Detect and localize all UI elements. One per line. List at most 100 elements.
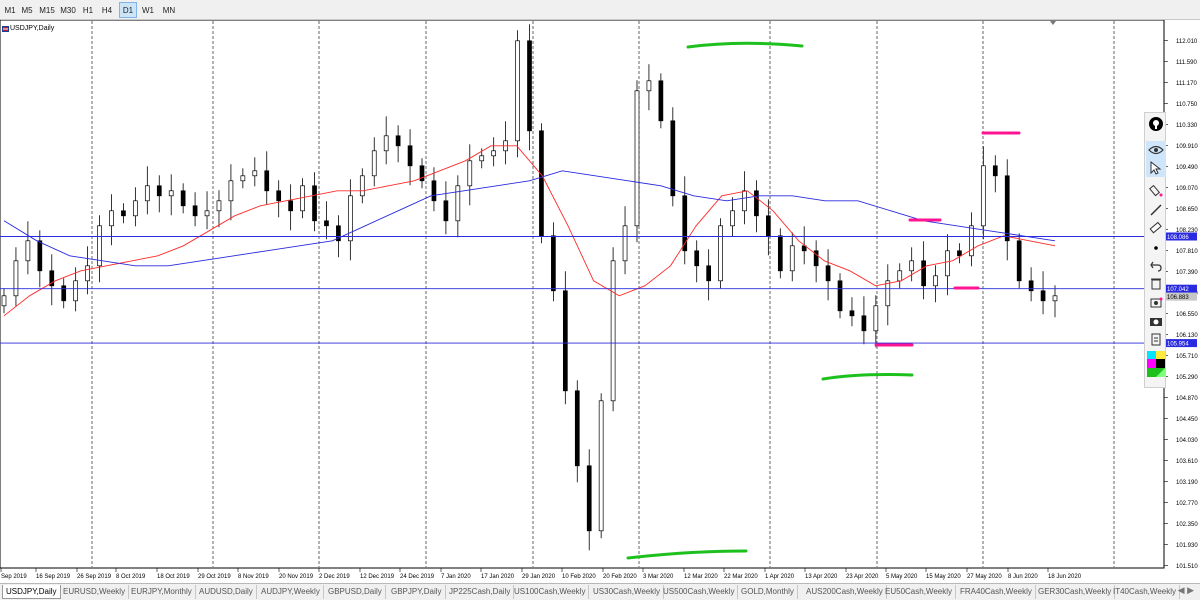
bearish-candle — [861, 315, 867, 332]
bullish-candle — [598, 400, 604, 532]
price-axis-label: 104.450 — [1176, 417, 1198, 423]
chart-tab[interactable]: GOLD,Monthly — [738, 585, 798, 599]
bullish-candle — [789, 245, 795, 272]
price-axis-label: 109.070 — [1176, 186, 1198, 192]
bullish-candle — [467, 160, 473, 187]
bullish-candle — [634, 90, 640, 227]
bullish-candle — [168, 190, 174, 197]
bearish-candle — [276, 190, 282, 202]
eye-icon[interactable] — [1146, 141, 1166, 159]
bearish-candle — [1016, 240, 1022, 282]
timeframe-h1-button[interactable]: H1 — [80, 2, 96, 18]
line-icon[interactable] — [1146, 201, 1166, 219]
bearish-candle — [694, 250, 700, 267]
timeframe-m30-button[interactable]: M30 — [58, 2, 78, 18]
chart-tab[interactable]: EURJPY,Monthly — [128, 585, 196, 599]
bearish-candle — [539, 130, 544, 237]
bullish-candle — [730, 210, 735, 227]
price-chart[interactable]: 112.010 111.590 111.170 110.750 110.330 109.9… — [0, 20, 1200, 583]
camera-icon[interactable] — [1146, 312, 1166, 330]
bullish-candle — [13, 260, 19, 297]
trash-icon[interactable] — [1146, 274, 1166, 292]
date-axis-label: 15 May 2020 — [926, 574, 961, 580]
bullish-candle — [252, 170, 258, 177]
timeframe-d1-button[interactable]: D1 — [119, 2, 137, 18]
bullish-candle — [479, 155, 485, 162]
chart-tab[interactable]: GBPUSD,Daily — [325, 585, 386, 599]
bullish-candle — [515, 40, 520, 142]
chart-tab[interactable]: US500Cash,Weekly — [660, 585, 739, 599]
price-axis-label: 111.170 — [1176, 81, 1197, 87]
clipboard-icon[interactable] — [1146, 330, 1166, 348]
timeframe-m15-button[interactable]: M15 — [37, 2, 57, 18]
palette-icon[interactable] — [1146, 350, 1166, 378]
undo-icon[interactable] — [1146, 256, 1166, 274]
bullish-candle — [25, 240, 31, 262]
chart-tab[interactable]: EURUSD,Weekly — [60, 585, 130, 599]
date-axis-label: 18 Oct 2019 — [157, 574, 190, 580]
bullish-candle — [109, 210, 114, 227]
bullish-candle — [73, 280, 79, 302]
bearish-candle — [264, 170, 270, 192]
bearish-candle — [288, 200, 293, 212]
date-axis-label: 5 May 2020 — [886, 574, 918, 580]
brush-icon[interactable] — [1146, 181, 1166, 199]
price-axis-label: 109.490 — [1176, 165, 1198, 171]
price-axis-label: 105.290 — [1176, 375, 1198, 381]
chart-tab[interactable]: JP225Cash,Daily — [446, 585, 515, 599]
bullish-candle — [909, 260, 915, 272]
price-axis-label: 110.330 — [1176, 123, 1198, 129]
date-axis-label: 18 Jun 2020 — [1048, 574, 1082, 580]
bearish-candle — [849, 310, 855, 317]
cursor-icon[interactable] — [1146, 159, 1166, 177]
date-axis-label: 23 Apr 2020 — [846, 574, 879, 580]
chart-tab[interactable]: AUDUSD,Daily — [196, 585, 257, 599]
bearish-candle — [574, 390, 580, 467]
bullish-candle — [622, 225, 628, 262]
screenshot-icon[interactable] — [1146, 294, 1166, 312]
pin-icon[interactable] — [1146, 115, 1166, 133]
chart-tab[interactable]: EU50Cash,Weekly — [882, 585, 956, 599]
timeframe-w1-button[interactable]: W1 — [140, 2, 156, 18]
timeframe-m5-button[interactable]: M5 — [19, 2, 35, 18]
bearish-candle — [312, 185, 317, 222]
date-axis-label: 22 Mar 2020 — [724, 574, 758, 580]
chart-tab[interactable]: USDJPY,Daily — [2, 585, 61, 599]
level-price-label: 107.042 — [1167, 287, 1189, 293]
bullish-candle — [371, 150, 377, 177]
bullish-candle — [897, 270, 903, 282]
price-axis-label: 107.810 — [1176, 249, 1198, 255]
timeframe-m1-button[interactable]: M1 — [2, 2, 18, 18]
eraser-icon[interactable] — [1146, 219, 1166, 237]
price-axis-label: 111.590 — [1176, 60, 1197, 66]
bullish-candle — [348, 195, 353, 242]
bearish-candle — [395, 135, 401, 147]
date-axis-label: 29 Oct 2019 — [198, 574, 231, 580]
date-axis-label: 13 Apr 2020 — [805, 574, 838, 580]
tab-scroll-arrows-icon[interactable]: ◀ ▶ — [1178, 585, 1194, 596]
us-flag-icon — [2, 26, 9, 32]
bearish-candle — [1028, 280, 1034, 292]
timeframe-mn-button[interactable]: MN — [160, 2, 178, 18]
chart-tab[interactable]: GER30Cash,Weekly — [1035, 585, 1116, 599]
price-axis-label: 103.610 — [1176, 459, 1198, 465]
price-axis-label: 102.350 — [1176, 522, 1198, 528]
date-axis-label: 10 Feb 2020 — [562, 574, 596, 580]
bearish-candle — [156, 185, 162, 197]
bearish-candle — [706, 265, 711, 282]
bullish-candle — [1, 295, 7, 307]
chart-tab[interactable]: IT40Cash,Weekly — [1110, 585, 1180, 599]
chart-tab[interactable]: GBPJPY,Daily — [388, 585, 446, 599]
bullish-candle — [383, 135, 389, 152]
date-axis-label: 8 Oct 2019 — [116, 574, 146, 580]
timeframe-h4-button[interactable]: H4 — [99, 2, 115, 18]
chart-tab[interactable]: US30Cash,Weekly — [590, 585, 664, 599]
chart-tab[interactable]: AUS200Cash,Weekly — [803, 585, 887, 599]
bullish-candle — [216, 200, 222, 212]
chart-tab[interactable]: FRA40Cash,Weekly — [957, 585, 1036, 599]
chart-tab[interactable]: AUDJPY,Weekly — [258, 585, 324, 599]
price-axis-label: 106.550 — [1176, 312, 1198, 318]
bearish-candle — [682, 195, 688, 252]
bearish-candle — [407, 145, 413, 167]
chart-tab[interactable]: US100Cash,Weekly — [511, 585, 590, 599]
